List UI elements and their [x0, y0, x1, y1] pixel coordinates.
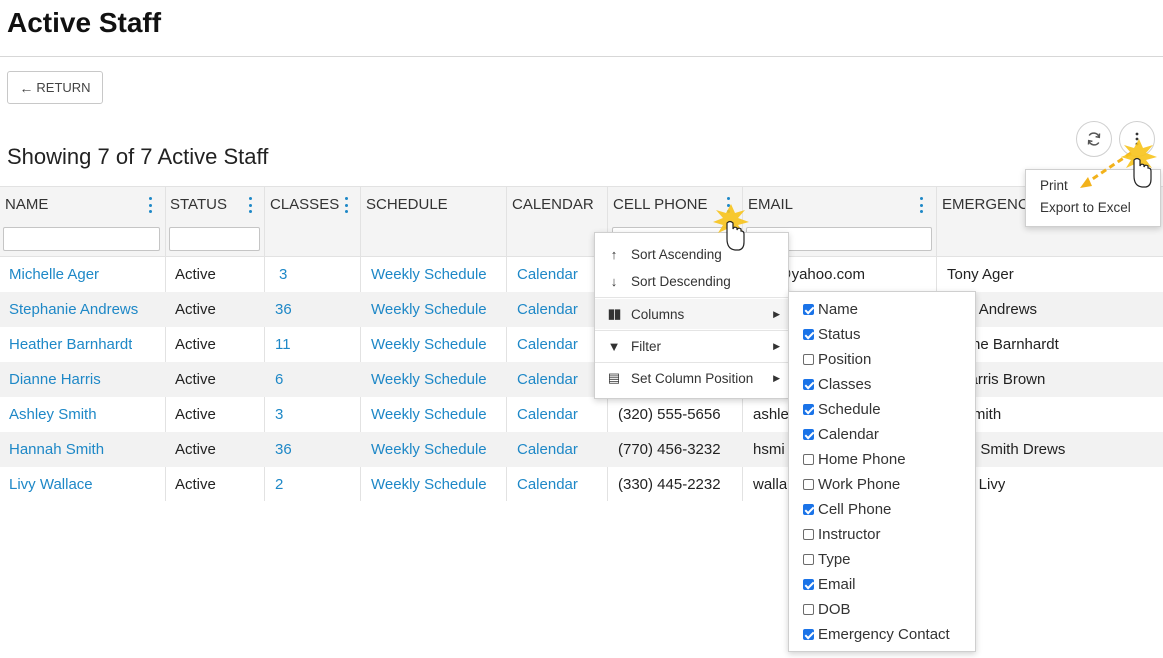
- arrow-head: [1080, 177, 1092, 188]
- annotation-overlay: [713, 139, 1157, 251]
